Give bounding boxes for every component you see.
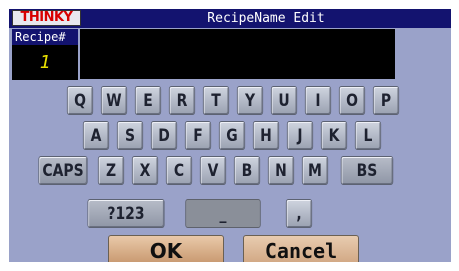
key-y[interactable]: Y bbox=[236, 86, 264, 115]
key-q[interactable]: Q bbox=[66, 86, 94, 115]
key-t[interactable]: T bbox=[202, 86, 230, 115]
key-v[interactable]: V bbox=[199, 156, 227, 185]
key-o[interactable]: O bbox=[338, 86, 366, 115]
key-d[interactable]: D bbox=[150, 121, 178, 150]
key-g[interactable]: G bbox=[218, 121, 246, 150]
key-z[interactable]: Z bbox=[97, 156, 125, 185]
caps-key[interactable]: CAPS bbox=[38, 156, 88, 185]
cancel-button[interactable]: Cancel bbox=[243, 235, 359, 262]
comma-key[interactable]: , bbox=[285, 199, 313, 228]
thinky-logo: THINKY bbox=[12, 10, 81, 26]
backspace-key[interactable]: BS bbox=[340, 156, 394, 185]
key-s[interactable]: S bbox=[116, 121, 144, 150]
key-u[interactable]: U bbox=[270, 86, 298, 115]
screen-title: RecipeName Edit bbox=[207, 11, 325, 26]
key-f[interactable]: F bbox=[184, 121, 212, 150]
key-e[interactable]: E bbox=[134, 86, 162, 115]
key-l[interactable]: L bbox=[354, 121, 382, 150]
recipe-number-label: Recipe# bbox=[12, 29, 78, 45]
key-a[interactable]: A bbox=[82, 121, 110, 150]
space-key[interactable]: _ bbox=[185, 199, 261, 228]
key-r[interactable]: R bbox=[168, 86, 196, 115]
recipe-number-value: 1 bbox=[12, 45, 78, 80]
recipe-name-edit-screen: THINKY RecipeName Edit Recipe# 1 Q W E R… bbox=[9, 9, 451, 262]
ok-button[interactable]: OK bbox=[108, 235, 224, 262]
key-i[interactable]: I bbox=[304, 86, 332, 115]
key-m[interactable]: M bbox=[301, 156, 329, 185]
numbers-key[interactable]: ?123 bbox=[87, 199, 165, 228]
key-b[interactable]: B bbox=[233, 156, 261, 185]
key-w[interactable]: W bbox=[100, 86, 128, 115]
key-c[interactable]: C bbox=[165, 156, 193, 185]
recipe-name-field[interactable] bbox=[80, 29, 395, 79]
title-bar: THINKY RecipeName Edit bbox=[9, 9, 451, 28]
key-n[interactable]: N bbox=[267, 156, 295, 185]
key-j[interactable]: J bbox=[286, 121, 314, 150]
key-p[interactable]: P bbox=[372, 86, 400, 115]
key-x[interactable]: X bbox=[131, 156, 159, 185]
key-k[interactable]: K bbox=[320, 121, 348, 150]
key-h[interactable]: H bbox=[252, 121, 280, 150]
